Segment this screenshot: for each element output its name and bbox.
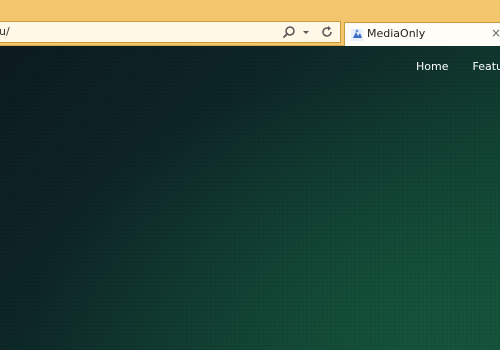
- browser-tab[interactable]: MediaOnly ×: [344, 22, 500, 46]
- main-nav: Home Featu: [416, 60, 500, 73]
- nav-item-home[interactable]: Home: [416, 60, 448, 73]
- favicon-icon: [350, 27, 364, 41]
- browser-chrome: u/ MediaOnly ×: [0, 0, 500, 46]
- close-icon[interactable]: ×: [491, 26, 500, 40]
- search-icon[interactable]: [282, 24, 296, 39]
- address-text[interactable]: u/: [0, 25, 10, 38]
- page-hero: Home Featu: [0, 46, 500, 350]
- refresh-icon[interactable]: [320, 24, 334, 38]
- address-bar-icons: [282, 24, 334, 39]
- address-bar[interactable]: u/: [0, 21, 341, 43]
- dropdown-arrow-icon[interactable]: [301, 24, 315, 38]
- nav-item-features[interactable]: Featu: [472, 60, 500, 73]
- tab-title: MediaOnly: [367, 27, 426, 40]
- background-texture: [0, 46, 500, 350]
